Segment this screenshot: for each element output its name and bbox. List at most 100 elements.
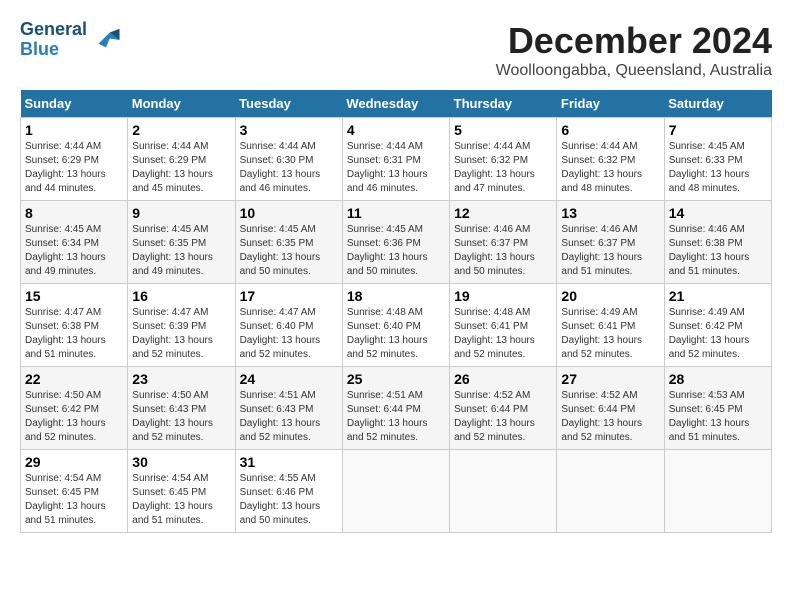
day-info: Sunrise: 4:46 AM Sunset: 6:38 PM Dayligh… — [669, 223, 767, 279]
calendar-cell — [557, 450, 664, 533]
day-info: Sunrise: 4:46 AM Sunset: 6:37 PM Dayligh… — [561, 223, 659, 279]
day-number: 13 — [561, 205, 659, 221]
day-info: Sunrise: 4:52 AM Sunset: 6:44 PM Dayligh… — [561, 389, 659, 445]
month-title: December 2024 — [496, 20, 772, 62]
day-info: Sunrise: 4:47 AM Sunset: 6:40 PM Dayligh… — [240, 306, 338, 362]
day-info: Sunrise: 4:45 AM Sunset: 6:36 PM Dayligh… — [347, 223, 445, 279]
day-number: 28 — [669, 371, 767, 387]
calendar-cell: 4Sunrise: 4:44 AM Sunset: 6:31 PM Daylig… — [342, 118, 449, 201]
calendar-cell: 30 Sunrise: 4:54 AM Sunset: 6:45 PM Dayli… — [128, 450, 235, 533]
calendar-cell: 3 Sunrise: 4:44 AM Sunset: 6:30 PM Daylig… — [235, 118, 342, 201]
logo-general: General — [20, 20, 87, 40]
day-info: Sunrise: 4:44 AM Sunset: 6:29 PM Dayligh… — [25, 140, 123, 196]
day-number: 21 — [669, 288, 767, 304]
day-info: Sunrise: 4:44 AM Sunset: 6:29 PM Dayligh… — [132, 140, 230, 196]
column-header-friday: Friday — [557, 90, 664, 118]
calendar-cell: 7 Sunrise: 4:45 AM Sunset: 6:33 PM Daylig… — [664, 118, 771, 201]
day-info: Sunrise: 4:48 AM Sunset: 6:40 PM Dayligh… — [347, 306, 445, 362]
day-info: Sunrise: 4:49 AM Sunset: 6:42 PM Dayligh… — [669, 306, 767, 362]
calendar-cell: 28 Sunrise: 4:53 AM Sunset: 6:45 PM Dayli… — [664, 367, 771, 450]
title-block: December 2024 Woolloongabba, Queensland,… — [496, 20, 772, 80]
day-info: Sunrise: 4:45 AM Sunset: 6:35 PM Dayligh… — [132, 223, 230, 279]
day-info: Sunrise: 4:44 AM Sunset: 6:30 PM Dayligh… — [240, 140, 338, 196]
calendar-cell: 5 Sunrise: 4:44 AM Sunset: 6:32 PM Daylig… — [450, 118, 557, 201]
day-info: Sunrise: 4:47 AM Sunset: 6:39 PM Dayligh… — [132, 306, 230, 362]
day-number: 3 — [240, 122, 338, 138]
day-number: 10 — [240, 205, 338, 221]
column-header-thursday: Thursday — [450, 90, 557, 118]
calendar-cell: 16 Sunrise: 4:47 AM Sunset: 6:39 PM Dayli… — [128, 284, 235, 367]
day-number: 22 — [25, 371, 123, 387]
day-number: 29 — [25, 454, 123, 470]
day-info: Sunrise: 4:55 AM Sunset: 6:46 PM Dayligh… — [240, 472, 338, 528]
day-info: Sunrise: 4:50 AM Sunset: 6:42 PM Dayligh… — [25, 389, 123, 445]
calendar-cell: 15 Sunrise: 4:47 AM Sunset: 6:38 PM Dayli… — [21, 284, 128, 367]
calendar-cell: 11 Sunrise: 4:45 AM Sunset: 6:36 PM Dayli… — [342, 201, 449, 284]
day-info: Sunrise: 4:45 AM Sunset: 6:34 PM Dayligh… — [25, 223, 123, 279]
calendar-cell — [450, 450, 557, 533]
day-number: 8 — [25, 205, 123, 221]
calendar-cell: 20Sunrise: 4:49 AM Sunset: 6:41 PM Dayli… — [557, 284, 664, 367]
day-number: 5 — [454, 122, 552, 138]
calendar-cell: 23 Sunrise: 4:50 AM Sunset: 6:43 PM Dayli… — [128, 367, 235, 450]
day-info: Sunrise: 4:47 AM Sunset: 6:38 PM Dayligh… — [25, 306, 123, 362]
calendar-cell: 9 Sunrise: 4:45 AM Sunset: 6:35 PM Daylig… — [128, 201, 235, 284]
day-info: Sunrise: 4:44 AM Sunset: 6:32 PM Dayligh… — [454, 140, 552, 196]
day-number: 18 — [347, 288, 445, 304]
calendar-cell: 1 Sunrise: 4:44 AM Sunset: 6:29 PM Daylig… — [21, 118, 128, 201]
day-info: Sunrise: 4:45 AM Sunset: 6:33 PM Dayligh… — [669, 140, 767, 196]
day-number: 15 — [25, 288, 123, 304]
calendar-cell: 27 Sunrise: 4:52 AM Sunset: 6:44 PM Dayli… — [557, 367, 664, 450]
calendar-cell: 21 Sunrise: 4:49 AM Sunset: 6:42 PM Dayli… — [664, 284, 771, 367]
day-number: 20 — [561, 288, 659, 304]
logo-blue: Blue — [20, 40, 87, 60]
day-number: 24 — [240, 371, 338, 387]
calendar-cell: 2 Sunrise: 4:44 AM Sunset: 6:29 PM Daylig… — [128, 118, 235, 201]
day-info: Sunrise: 4:54 AM Sunset: 6:45 PM Dayligh… — [132, 472, 230, 528]
column-header-tuesday: Tuesday — [235, 90, 342, 118]
calendar-week-row-5: 29 Sunrise: 4:54 AM Sunset: 6:45 PM Dayli… — [21, 450, 772, 533]
day-number: 14 — [669, 205, 767, 221]
calendar-week-row-2: 8 Sunrise: 4:45 AM Sunset: 6:34 PM Daylig… — [21, 201, 772, 284]
page-header: General Blue December 2024 Woolloongabba… — [20, 20, 772, 80]
day-info: Sunrise: 4:52 AM Sunset: 6:44 PM Dayligh… — [454, 389, 552, 445]
calendar-cell: 25Sunrise: 4:51 AM Sunset: 6:44 PM Dayli… — [342, 367, 449, 450]
day-number: 6 — [561, 122, 659, 138]
day-number: 16 — [132, 288, 230, 304]
day-number: 7 — [669, 122, 767, 138]
day-info: Sunrise: 4:53 AM Sunset: 6:45 PM Dayligh… — [669, 389, 767, 445]
column-header-saturday: Saturday — [664, 90, 771, 118]
logo-bird-icon — [91, 25, 121, 55]
calendar-cell: 12 Sunrise: 4:46 AM Sunset: 6:37 PM Dayli… — [450, 201, 557, 284]
day-number: 23 — [132, 371, 230, 387]
day-number: 30 — [132, 454, 230, 470]
day-info: Sunrise: 4:54 AM Sunset: 6:45 PM Dayligh… — [25, 472, 123, 528]
calendar-cell: 31Sunrise: 4:55 AM Sunset: 6:46 PM Dayli… — [235, 450, 342, 533]
calendar-cell: 10 Sunrise: 4:45 AM Sunset: 6:35 PM Dayli… — [235, 201, 342, 284]
day-number: 12 — [454, 205, 552, 221]
day-number: 19 — [454, 288, 552, 304]
calendar-cell: 8 Sunrise: 4:45 AM Sunset: 6:34 PM Daylig… — [21, 201, 128, 284]
calendar-cell: 29 Sunrise: 4:54 AM Sunset: 6:45 PM Dayli… — [21, 450, 128, 533]
calendar-cell: 14 Sunrise: 4:46 AM Sunset: 6:38 PM Dayli… — [664, 201, 771, 284]
calendar-cell: 24Sunrise: 4:51 AM Sunset: 6:43 PM Dayli… — [235, 367, 342, 450]
day-info: Sunrise: 4:46 AM Sunset: 6:37 PM Dayligh… — [454, 223, 552, 279]
day-number: 2 — [132, 122, 230, 138]
calendar-table: SundayMondayTuesdayWednesdayThursdayFrid… — [20, 90, 772, 533]
location-title: Woolloongabba, Queensland, Australia — [496, 62, 772, 80]
logo: General Blue — [20, 20, 121, 60]
day-number: 11 — [347, 205, 445, 221]
calendar-cell — [664, 450, 771, 533]
day-info: Sunrise: 4:50 AM Sunset: 6:43 PM Dayligh… — [132, 389, 230, 445]
day-info: Sunrise: 4:45 AM Sunset: 6:35 PM Dayligh… — [240, 223, 338, 279]
calendar-cell: 18 Sunrise: 4:48 AM Sunset: 6:40 PM Dayli… — [342, 284, 449, 367]
column-header-sunday: Sunday — [21, 90, 128, 118]
calendar-week-row-3: 15 Sunrise: 4:47 AM Sunset: 6:38 PM Dayli… — [21, 284, 772, 367]
column-header-wednesday: Wednesday — [342, 90, 449, 118]
day-number: 27 — [561, 371, 659, 387]
column-header-monday: Monday — [128, 90, 235, 118]
calendar-cell: 19Sunrise: 4:48 AM Sunset: 6:41 PM Dayli… — [450, 284, 557, 367]
day-number: 9 — [132, 205, 230, 221]
day-number: 1 — [25, 122, 123, 138]
day-number: 26 — [454, 371, 552, 387]
